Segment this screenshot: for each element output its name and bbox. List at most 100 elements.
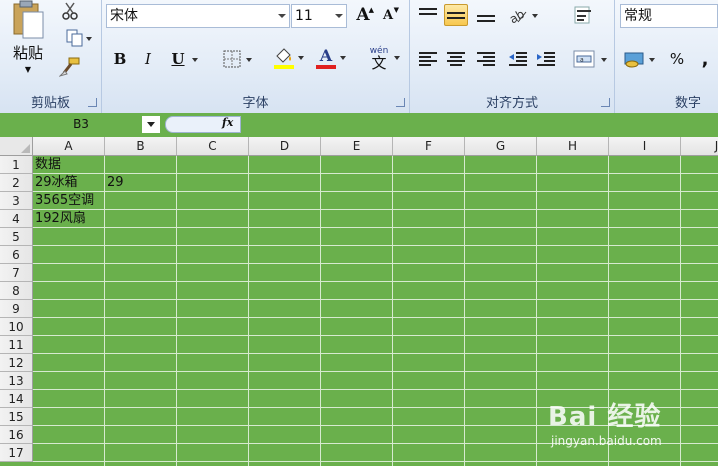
decrease-indent-button[interactable] <box>506 48 530 70</box>
align-left-button[interactable] <box>416 48 440 70</box>
decrease-indent-icon <box>509 52 527 66</box>
underline-button[interactable]: U <box>164 48 202 70</box>
align-right-icon <box>477 52 495 66</box>
insert-function-button[interactable]: fx <box>222 116 233 129</box>
gridline-horizontal <box>33 173 718 174</box>
paste-button[interactable]: 粘贴 ▼ <box>6 0 50 82</box>
cell-a1[interactable]: 数据 <box>33 156 61 174</box>
fill-color-button[interactable] <box>270 44 308 72</box>
column-header-h[interactable]: H <box>537 137 609 156</box>
name-box-dropdown[interactable] <box>142 116 160 133</box>
orientation-icon: ab <box>508 7 527 24</box>
arrow-up-icon: ▲ <box>368 6 374 14</box>
row-header-8[interactable]: 8 <box>0 282 33 300</box>
row-header-16[interactable]: 16 <box>0 426 33 444</box>
number-format-field[interactable]: 常规 <box>620 4 718 28</box>
wrap-text-button[interactable] <box>572 4 596 26</box>
scissors-icon <box>62 2 78 20</box>
font-name-field[interactable]: 宋体 <box>106 4 290 28</box>
grow-font-button[interactable]: A ▲ <box>351 4 375 26</box>
format-painter-button[interactable] <box>58 56 82 78</box>
font-color-bar <box>316 65 336 69</box>
comma-style-button[interactable]: , <box>693 48 717 70</box>
phonetic-guide-button[interactable]: wén 文 <box>364 44 404 72</box>
row-header-1[interactable]: 1 <box>0 156 33 174</box>
number-group: 常规 % , 数字 <box>615 0 718 113</box>
cut-button[interactable] <box>58 0 82 22</box>
increase-indent-button[interactable] <box>534 48 558 70</box>
percent-style-button[interactable]: % <box>665 48 689 70</box>
merge-center-button[interactable]: a <box>570 48 610 70</box>
row-header-17[interactable]: 17 <box>0 444 33 462</box>
alignment-group-label: 对齐方式 <box>485 96 538 111</box>
cell-a3[interactable]: 3565空调 <box>33 192 94 210</box>
font-name-dropdown[interactable] <box>275 5 289 27</box>
font-size-dropdown[interactable] <box>332 5 346 27</box>
column-header-a[interactable]: A <box>33 137 105 156</box>
font-dialog-launcher[interactable] <box>396 98 405 107</box>
row-header-3[interactable]: 3 <box>0 192 33 210</box>
cell-a4[interactable]: 192风扇 <box>33 210 86 228</box>
gridline-horizontal <box>33 263 718 264</box>
row-header-2[interactable]: 2 <box>0 174 33 192</box>
name-box[interactable]: B3 <box>2 116 160 133</box>
column-header-b[interactable]: B <box>105 137 177 156</box>
align-right-button[interactable] <box>474 48 498 70</box>
paste-label: 粘贴 <box>12 44 43 62</box>
middle-align-icon <box>447 8 465 22</box>
row-header-7[interactable]: 7 <box>0 264 33 282</box>
shrink-font-button[interactable]: A ▼ <box>376 4 400 26</box>
gridline-horizontal <box>33 371 718 372</box>
align-center-icon <box>447 52 465 66</box>
row-header-15[interactable]: 15 <box>0 408 33 426</box>
alignment-dialog-launcher[interactable] <box>601 98 610 107</box>
middle-align-button[interactable] <box>444 4 468 26</box>
borders-button[interactable] <box>218 48 256 70</box>
bottom-align-button[interactable] <box>474 4 498 26</box>
column-header-f[interactable]: F <box>393 137 465 156</box>
cell-b2[interactable]: 29 <box>105 174 124 192</box>
row-header-5[interactable]: 5 <box>0 228 33 246</box>
borders-icon <box>223 50 241 68</box>
top-align-button[interactable] <box>416 4 440 26</box>
formula-input[interactable] <box>243 116 718 133</box>
ribbon: 粘贴 ▼ 剪贴板 宋体 11 A ▲ A ▼ B I U A wén 文 字体 … <box>0 0 718 114</box>
copy-button[interactable] <box>58 27 94 49</box>
number-group-label: 数字 <box>675 96 702 111</box>
select-all-button[interactable] <box>0 137 33 156</box>
row-header-10[interactable]: 10 <box>0 318 33 336</box>
align-center-button[interactable] <box>444 48 468 70</box>
row-header-6[interactable]: 6 <box>0 246 33 264</box>
clipboard-dialog-launcher[interactable] <box>88 98 97 107</box>
orientation-button[interactable]: ab <box>504 4 542 26</box>
column-header-d[interactable]: D <box>249 137 321 156</box>
column-header-c[interactable]: C <box>177 137 249 156</box>
gridline-vertical <box>104 156 105 466</box>
row-header-13[interactable]: 13 <box>0 372 33 390</box>
paint-bucket-icon <box>276 48 291 63</box>
alignment-group: ab a 对齐方式 <box>410 0 615 113</box>
column-header-i[interactable]: I <box>609 137 681 156</box>
row-header-11[interactable]: 11 <box>0 336 33 354</box>
font-color-button[interactable]: A <box>312 44 350 72</box>
column-header-j[interactable]: J <box>681 137 718 156</box>
gridline-vertical <box>176 156 177 466</box>
currency-icon <box>624 52 644 68</box>
column-header-e[interactable]: E <box>321 137 393 156</box>
row-header-12[interactable]: 12 <box>0 354 33 372</box>
chevron-down-icon: ▼ <box>24 65 32 74</box>
italic-glyph: I <box>145 50 151 68</box>
italic-button[interactable]: I <box>136 48 160 70</box>
row-header-9[interactable]: 9 <box>0 300 33 318</box>
svg-text:ab: ab <box>508 7 527 24</box>
column-header-g[interactable]: G <box>465 137 537 156</box>
bottom-align-icon <box>477 8 495 22</box>
accounting-format-button[interactable] <box>621 48 659 70</box>
row-header-4[interactable]: 4 <box>0 210 33 228</box>
underline-glyph: U <box>171 50 185 68</box>
font-size-field[interactable]: 11 <box>291 4 347 28</box>
row-header-14[interactable]: 14 <box>0 390 33 408</box>
bold-button[interactable]: B <box>108 48 132 70</box>
gridline-horizontal <box>33 353 718 354</box>
cell-a2[interactable]: 29冰箱 <box>33 174 78 192</box>
